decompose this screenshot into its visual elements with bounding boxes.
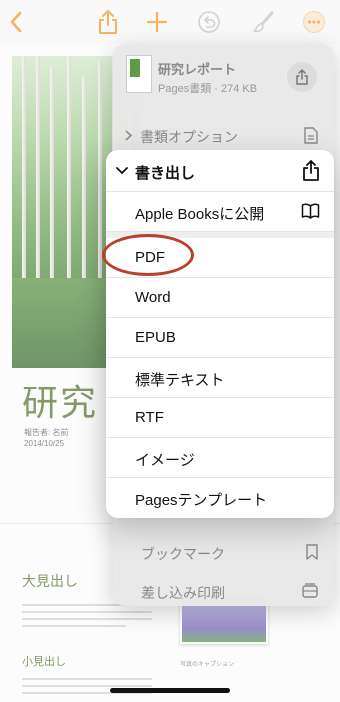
export-item-label: イメージ (135, 452, 195, 469)
export-epub[interactable]: EPUB (106, 318, 334, 358)
bookmark-item[interactable]: ブックマーク (113, 534, 334, 570)
export-word[interactable]: Word (106, 278, 334, 318)
export-item-label: EPUB (135, 329, 176, 346)
export-image[interactable]: イメージ (106, 438, 334, 478)
document-options-label: 書類オプション (140, 129, 238, 145)
export-icon (303, 160, 319, 181)
export-menu-panel: 書き出し Apple Booksに公開 PDF Word EPUB 標準テキスト… (106, 150, 334, 518)
bookmark-label: ブックマーク (141, 546, 225, 562)
file-header: 研究レポート Pages書類 · 274 KB (113, 44, 334, 110)
mail-merge-icon (302, 583, 318, 598)
file-share-button[interactable] (287, 62, 317, 92)
chevron-down-icon (116, 167, 128, 175)
share-icon (296, 69, 308, 85)
export-item-label: Apple Booksに公開 (135, 206, 265, 223)
export-apple-books[interactable]: Apple Booksに公開 (106, 192, 334, 232)
export-plain-text[interactable]: 標準テキスト (106, 358, 334, 398)
export-item-label: 標準テキスト (135, 372, 225, 389)
file-name: 研究レポート (158, 62, 237, 77)
pdf-highlight-circle (102, 234, 194, 276)
book-icon (301, 203, 320, 219)
export-pages-template[interactable]: Pagesテンプレート (106, 478, 334, 518)
mail-merge-item[interactable]: 差し込み印刷 (113, 573, 334, 609)
export-item-label: RTF (135, 409, 164, 426)
export-item-label: Pagesテンプレート (135, 492, 268, 509)
mail-merge-label: 差し込み印刷 (141, 585, 225, 601)
home-indicator[interactable] (110, 688, 230, 693)
file-thumbnail (126, 55, 152, 93)
chevron-right-icon (125, 130, 132, 141)
export-header-label: 書き出し (135, 165, 196, 182)
export-rtf[interactable]: RTF (106, 398, 334, 438)
export-header[interactable]: 書き出し (106, 150, 334, 192)
export-item-label: Word (135, 289, 171, 306)
bookmark-icon (306, 544, 318, 560)
file-info: Pages書類 · 274 KB (158, 83, 258, 95)
document-icon (304, 127, 318, 144)
document-options-item[interactable]: 書類オプション (113, 117, 334, 153)
